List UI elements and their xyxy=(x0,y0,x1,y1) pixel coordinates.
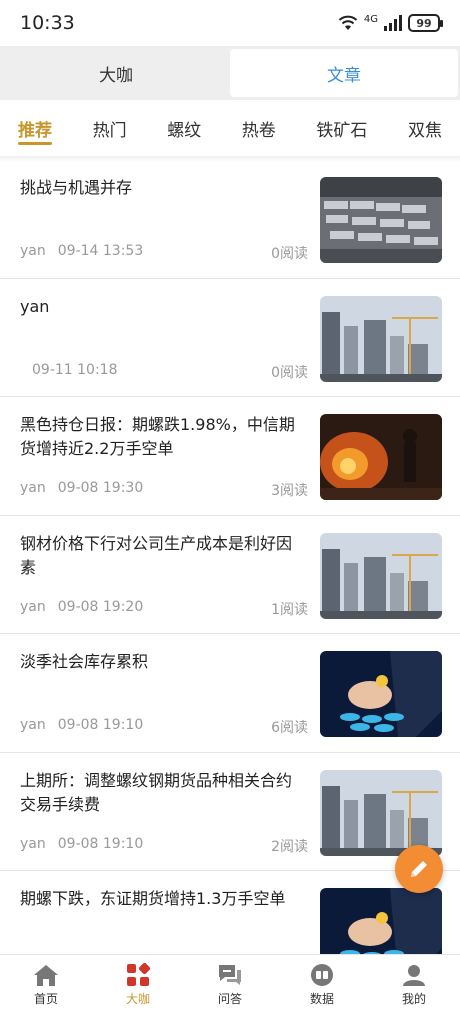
tab-rebar[interactable]: 螺纹 xyxy=(167,100,201,156)
steel-bars-image xyxy=(320,177,442,263)
signal-icon xyxy=(384,15,402,31)
city-construction-image xyxy=(320,295,442,382)
article-item[interactable]: 挑战与机遇并存 yan 09-14 13:53 0阅读 xyxy=(0,160,460,279)
article-date: 09-08 19:10 xyxy=(57,717,144,733)
article-title: 钢材价格下行对公司生产成本是利好因素 xyxy=(20,533,293,577)
article-author: yan xyxy=(20,598,46,615)
article-reads: 2阅读 xyxy=(271,838,308,855)
article-item[interactable]: 黑色持仓日报：期螺跌1.98%，中信期货增持近2.2万手空单 yan 09-08… xyxy=(0,397,460,516)
nav-data-label: 数据 xyxy=(309,991,334,1006)
article-title: 黑色持仓日报：期螺跌1.98%，中信期货增持近2.2万手空单 xyxy=(20,415,295,458)
tab-iron-ore[interactable]: 铁矿石 xyxy=(316,100,367,156)
tab-coke[interactable]: 双焦 xyxy=(408,100,442,156)
chat-icon xyxy=(219,964,241,985)
pencil-icon xyxy=(411,861,427,877)
article-date: 09-08 19:10 xyxy=(57,835,144,852)
article-title: yan xyxy=(20,296,50,316)
segment-experts[interactable]: 大咖 xyxy=(2,49,230,97)
steel-furnace-image xyxy=(320,414,442,500)
article-item[interactable]: 期螺下跌，东证期货增持1.3万手空单 xyxy=(0,871,460,954)
finance-coins-image xyxy=(320,651,442,737)
article-reads: 1阅读 xyxy=(271,601,308,618)
article-reads: 0阅读 xyxy=(271,246,308,262)
status-bar: 10:33 4G 99 xyxy=(0,0,460,46)
nav-me-label: 我的 xyxy=(401,991,426,1006)
category-tabs: 推荐 热门 螺纹 热卷 铁矿石 双焦 xyxy=(0,100,460,156)
nav-data[interactable]: 数据 xyxy=(276,955,368,1014)
article-title: 期螺下跌，东证期货增持1.3万手空单 xyxy=(20,889,286,908)
tab-popular[interactable]: 热门 xyxy=(93,100,127,156)
article-author: yan xyxy=(20,480,46,496)
article-meta: yan 09-08 19:10 2阅读 xyxy=(20,836,308,856)
article-item[interactable]: yan 09-11 10:18 0阅读 xyxy=(0,279,460,397)
article-reads: 3阅读 xyxy=(271,483,308,499)
user-icon xyxy=(403,964,425,986)
bottom-nav: 首页 大咖 问答 数据 我的 xyxy=(0,954,460,1014)
home-icon xyxy=(34,964,58,986)
article-author: yan xyxy=(20,835,46,852)
tab-hot-coil[interactable]: 热卷 xyxy=(242,100,276,156)
nav-experts-label: 大咖 xyxy=(125,991,150,1006)
nav-home[interactable]: 首页 xyxy=(0,955,92,1014)
compose-button[interactable] xyxy=(395,845,443,893)
article-item[interactable]: 淡季社会库存累积 yan 09-08 19:10 6阅读 xyxy=(0,634,460,753)
nav-experts[interactable]: 大咖 xyxy=(92,955,184,1014)
segment-control: 大咖 文章 xyxy=(0,46,460,100)
article-author: yan xyxy=(20,243,46,259)
article-date: 09-14 13:53 xyxy=(57,243,144,259)
article-reads: 0阅读 xyxy=(271,364,308,381)
tab-recommended[interactable]: 推荐 xyxy=(18,100,52,156)
battery-icon: 99 xyxy=(408,14,443,32)
status-icons: 4G 99 xyxy=(338,13,443,32)
article-date: 09-08 19:20 xyxy=(57,598,144,615)
article-list: 挑战与机遇并存 yan 09-14 13:53 0阅读 yan 09-11 10… xyxy=(0,160,460,954)
finance-coins-image xyxy=(320,888,442,954)
article-meta: yan 09-08 19:20 1阅读 xyxy=(20,599,308,619)
city-construction-image xyxy=(320,532,442,619)
article-item[interactable]: 上期所：调整螺纹钢期货品种相关合约交易手续费 yan 09-08 19:10 2… xyxy=(0,753,460,871)
article-date: 09-08 19:30 xyxy=(57,480,144,496)
article-date: 09-11 10:18 xyxy=(32,361,118,378)
article-meta: yan 09-14 13:53 0阅读 xyxy=(20,243,308,263)
nav-me[interactable]: 我的 xyxy=(368,955,460,1014)
article-meta: yan 09-08 19:10 6阅读 xyxy=(20,717,308,737)
article-title: 上期所：调整螺纹钢期货品种相关合约交易手续费 xyxy=(20,770,293,814)
status-time: 10:33 xyxy=(20,12,75,34)
city-construction-image xyxy=(320,769,442,856)
nav-home-label: 首页 xyxy=(33,991,58,1006)
article-meta: 09-11 10:18 0阅读 xyxy=(20,362,308,382)
article-item[interactable]: 钢材价格下行对公司生产成本是利好因素 yan 09-08 19:20 1阅读 xyxy=(0,516,460,634)
article-title: 淡季社会库存累积 xyxy=(20,652,149,671)
nav-qa[interactable]: 问答 xyxy=(184,955,276,1014)
wifi-icon xyxy=(338,15,358,30)
article-author: yan xyxy=(20,717,46,733)
article-reads: 6阅读 xyxy=(271,720,308,736)
segment-articles[interactable]: 文章 xyxy=(230,49,458,97)
article-meta: yan 09-08 19:30 3阅读 xyxy=(20,480,308,500)
network-label: 4G xyxy=(363,13,378,25)
data-icon xyxy=(311,963,333,986)
grid-icon xyxy=(127,962,150,986)
article-title: 挑战与机遇并存 xyxy=(20,178,133,197)
nav-qa-label: 问答 xyxy=(217,991,242,1006)
